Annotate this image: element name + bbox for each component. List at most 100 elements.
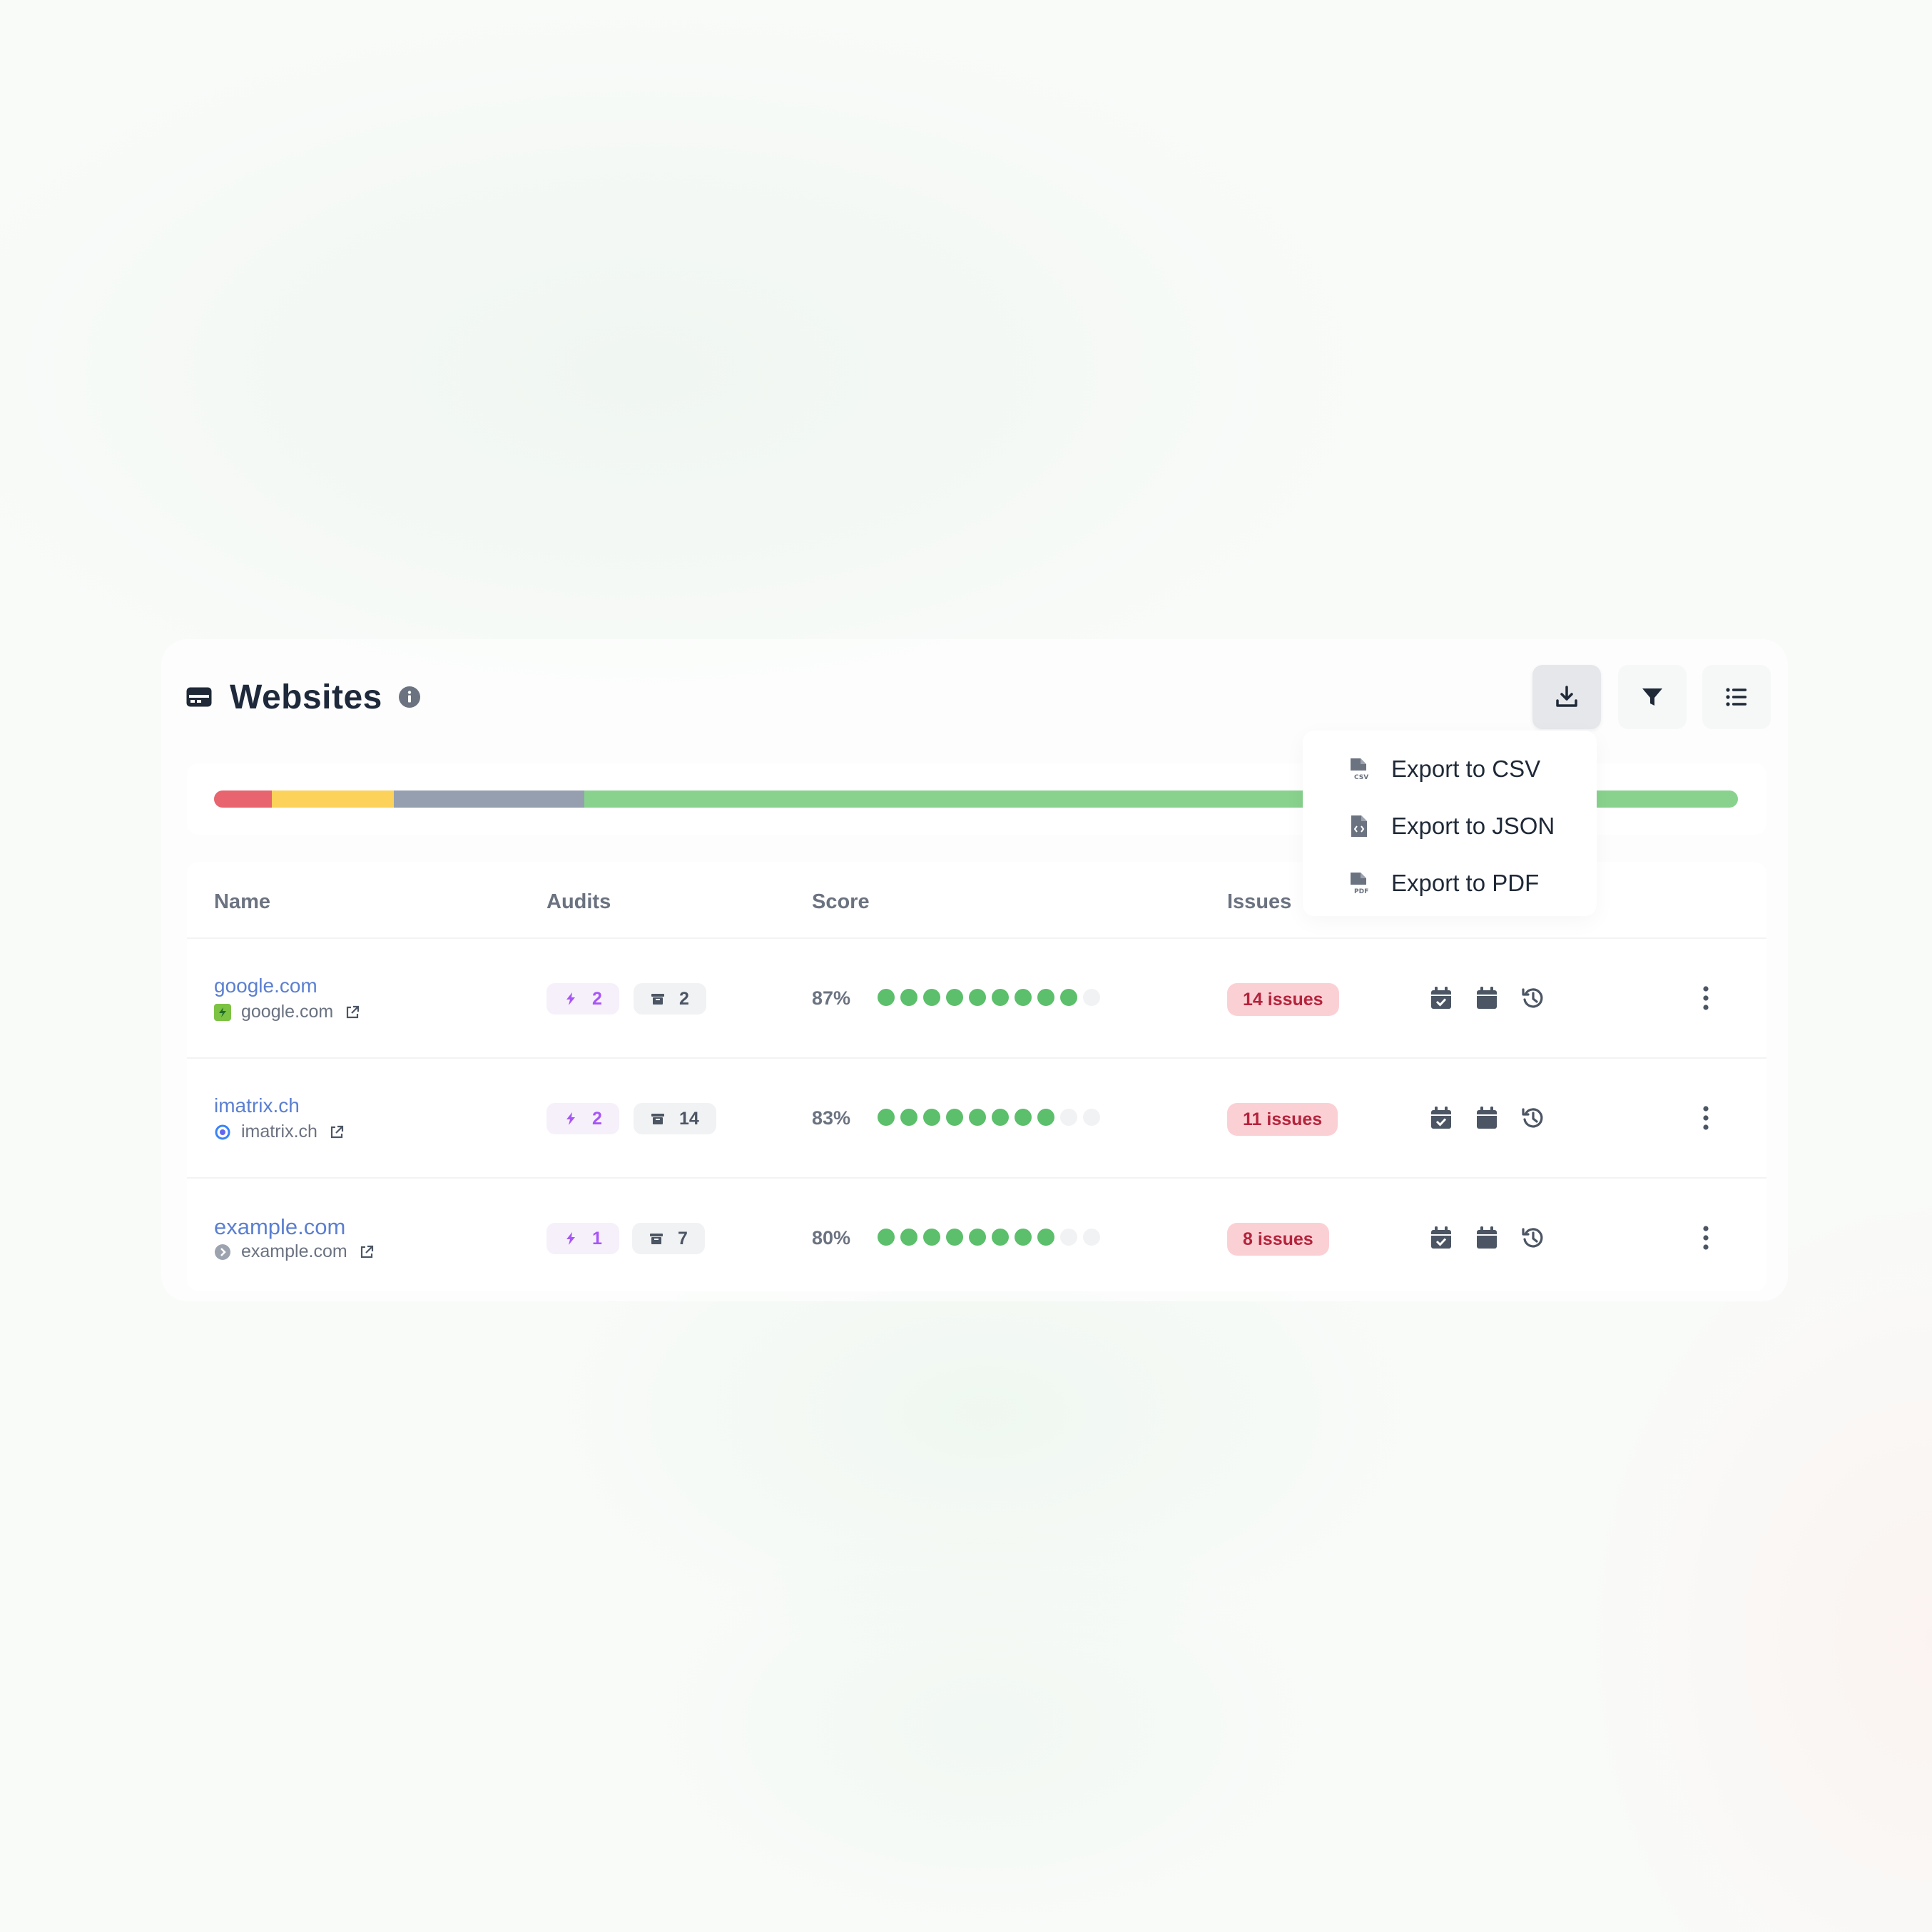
site-name-link[interactable]: example.com	[214, 1214, 345, 1240]
issues-badge[interactable]: 14 issues	[1227, 983, 1339, 1016]
more-vertical-icon[interactable]	[1695, 984, 1717, 1012]
bolt-icon	[566, 1232, 575, 1245]
score-dot-filled	[923, 1109, 940, 1126]
score-dot-filled	[878, 989, 895, 1006]
filter-button[interactable]	[1618, 665, 1687, 729]
issues-badge[interactable]: 8 issues	[1227, 1223, 1329, 1256]
info-icon[interactable]	[398, 686, 421, 708]
score-dot-filled	[992, 1109, 1009, 1126]
score-dot-filled	[900, 1229, 917, 1246]
score-value: 80%	[812, 1227, 851, 1249]
site-domain-text: example.com	[241, 1241, 347, 1261]
external-link-icon[interactable]	[359, 1244, 375, 1260]
export-json-item[interactable]: Export to JSON	[1348, 805, 1555, 848]
score-value: 87%	[812, 987, 851, 1009]
score-dot-filled	[992, 1229, 1009, 1246]
status-segment	[272, 790, 395, 808]
page-header: Websites	[185, 671, 421, 723]
status-segment	[214, 790, 273, 808]
score-dot-filled	[992, 989, 1009, 1006]
file-csv-icon: CSV	[1351, 758, 1368, 781]
live-audits-badge[interactable]: 1	[546, 1223, 619, 1254]
more-vertical-icon[interactable]	[1695, 1104, 1717, 1132]
svg-text:CSV: CSV	[1354, 774, 1368, 781]
column-header-score[interactable]: Score	[812, 890, 870, 914]
website-card-icon	[186, 687, 212, 707]
site-domain: example.com	[214, 1241, 375, 1262]
filter-icon	[1642, 688, 1662, 706]
archived-audits-badge[interactable]: 7	[632, 1223, 705, 1254]
site-name-link[interactable]: google.com	[214, 975, 317, 997]
calendar-check-icon[interactable]	[1430, 986, 1453, 1010]
score-value: 83%	[812, 1107, 851, 1129]
score-dot-filled	[1060, 989, 1077, 1006]
score-dot-empty	[1060, 1229, 1077, 1246]
calendar-icon[interactable]	[1475, 986, 1498, 1010]
score-dot-filled	[878, 1109, 895, 1126]
score-dot-filled	[878, 1229, 895, 1246]
svg-text:PDF: PDF	[1354, 888, 1368, 895]
archived-audits-badge[interactable]: 2	[634, 983, 706, 1015]
export-pdf-item[interactable]: PDF Export to PDF	[1348, 862, 1539, 905]
page-title: Websites	[230, 678, 382, 716]
file-pdf-icon: PDF	[1351, 873, 1368, 895]
imatrix-favicon-icon	[214, 1124, 231, 1141]
score-dot-filled	[946, 1229, 963, 1246]
score-dot-filled	[946, 989, 963, 1006]
score-dot-empty	[1060, 1109, 1077, 1126]
live-audits-badge[interactable]: 2	[546, 983, 619, 1015]
list-view-button[interactable]	[1702, 665, 1771, 729]
score-dots	[878, 989, 1106, 1006]
score-dot-filled	[946, 1109, 963, 1126]
column-header-audits[interactable]: Audits	[546, 890, 611, 914]
score-dot-filled	[1037, 1229, 1054, 1246]
bolt-icon	[566, 1112, 575, 1125]
score-dot-empty	[1083, 989, 1100, 1006]
calendar-check-icon[interactable]	[1430, 1106, 1453, 1130]
calendar-icon[interactable]	[1475, 1106, 1498, 1130]
score-dot-filled	[923, 1229, 940, 1246]
site-domain-text: imatrix.ch	[241, 1122, 317, 1142]
history-icon[interactable]	[1521, 1226, 1544, 1250]
live-audits-badge[interactable]: 2	[546, 1103, 619, 1134]
score-dots	[878, 1229, 1106, 1246]
external-link-icon[interactable]	[345, 1005, 360, 1020]
archived-audits-badge[interactable]: 14	[634, 1103, 716, 1134]
site-domain: google.com	[214, 1002, 360, 1022]
score-dot-empty	[1083, 1109, 1100, 1126]
score-dot-filled	[900, 989, 917, 1006]
score-dot-filled	[923, 989, 940, 1006]
download-icon	[1556, 686, 1577, 707]
google-favicon-icon	[214, 1003, 231, 1021]
history-icon[interactable]	[1521, 1106, 1544, 1130]
score-dot-filled	[969, 1109, 986, 1126]
score-dot-empty	[1083, 1229, 1100, 1246]
export-csv-item[interactable]: CSV Export to CSV	[1348, 748, 1540, 790]
more-vertical-icon[interactable]	[1695, 1224, 1717, 1252]
score-dot-filled	[969, 1229, 986, 1246]
history-icon[interactable]	[1521, 986, 1544, 1010]
archive-icon	[651, 994, 664, 1005]
site-domain-text: google.com	[241, 1002, 334, 1022]
score-dot-filled	[1015, 1229, 1032, 1246]
list-icon	[1726, 688, 1747, 706]
status-segment	[394, 790, 585, 808]
issues-badge[interactable]: 11 issues	[1227, 1103, 1338, 1136]
archive-icon	[650, 1234, 663, 1244]
site-domain: imatrix.ch	[214, 1122, 345, 1142]
export-menu: CSV Export to CSV Export to JSON PDF Exp…	[1303, 731, 1597, 916]
column-header-issues[interactable]: Issues	[1227, 890, 1291, 914]
score-dot-filled	[1015, 1109, 1032, 1126]
calendar-icon[interactable]	[1475, 1226, 1498, 1250]
score-dot-filled	[900, 1109, 917, 1126]
external-link-icon[interactable]	[329, 1124, 345, 1140]
file-code-icon	[1351, 815, 1367, 837]
default-favicon-icon	[214, 1244, 231, 1261]
calendar-check-icon[interactable]	[1430, 1226, 1453, 1250]
download-button[interactable]	[1532, 665, 1601, 729]
archive-icon	[651, 1114, 664, 1124]
score-dot-filled	[969, 989, 986, 1006]
column-header-name[interactable]: Name	[214, 890, 270, 914]
score-dot-filled	[1037, 1109, 1054, 1126]
site-name-link[interactable]: imatrix.ch	[214, 1094, 300, 1117]
